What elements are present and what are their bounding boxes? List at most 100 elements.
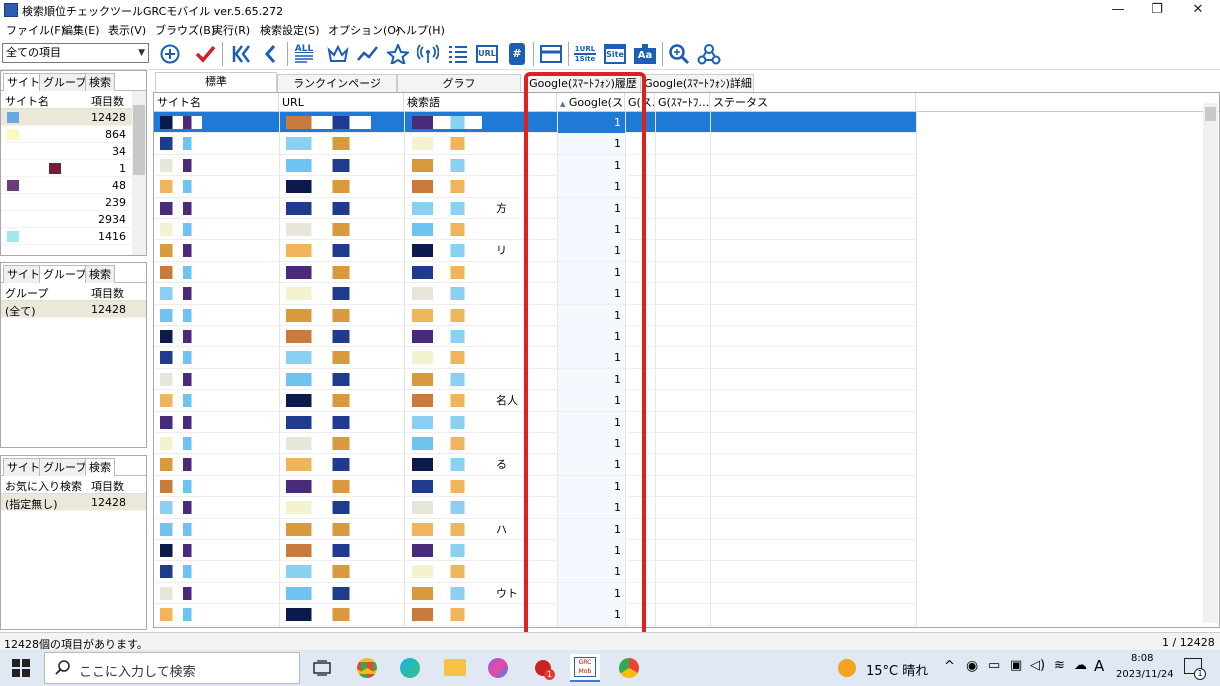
list-item[interactable]: 12428 — [1, 109, 146, 126]
list-item[interactable]: (全て) 12428 — [1, 301, 146, 318]
redacted-block — [160, 479, 202, 493]
redacted-block — [412, 394, 482, 408]
cloud-icon[interactable]: ☁ — [1074, 658, 1087, 673]
notification-app-icon[interactable]: 1 — [533, 658, 555, 680]
window-title: 検索順位チェックツールGRCモバイル ver.5.65.272 — [22, 5, 284, 18]
add-icon[interactable] — [157, 42, 183, 66]
count-cell: 864 — [105, 128, 126, 141]
star-icon[interactable] — [385, 42, 411, 66]
chrome-profile-icon[interactable] — [619, 658, 639, 678]
tab-search[interactable]: 検索 — [85, 265, 115, 283]
crown-icon[interactable] — [325, 42, 351, 66]
site-icon[interactable]: Site — [602, 42, 628, 66]
tab-group[interactable]: グループ — [39, 73, 91, 91]
menu-view[interactable]: 表示(V) — [108, 22, 146, 38]
redacted-block — [286, 437, 371, 450]
video-icon[interactable]: ▣ — [1010, 658, 1022, 673]
redacted-block — [286, 180, 371, 194]
grc-mobile-icon[interactable]: GRC Mob — [570, 654, 600, 682]
list-icon[interactable] — [445, 42, 471, 66]
url-icon[interactable]: URL — [474, 42, 500, 66]
pane-scrollbar[interactable] — [132, 91, 146, 255]
windows-start-icon[interactable] — [12, 659, 30, 680]
close-button[interactable]: ✕ — [1178, 0, 1218, 20]
weather-text[interactable]: 15°C 晴れ — [866, 660, 928, 679]
col-count[interactable]: 項目数 — [91, 478, 124, 494]
record-icon[interactable]: ◉ — [966, 658, 978, 674]
tab-group[interactable]: グループ — [39, 458, 91, 476]
menu-browse[interactable]: ブラウズ(B) — [155, 22, 215, 38]
list-item[interactable]: 1 — [1, 160, 146, 177]
redacted-block — [412, 479, 482, 493]
tab-google-sp-detail[interactable]: Google(ｽﾏｰﾄﾌｫﾝ)詳細 — [642, 74, 754, 92]
taskbar-search[interactable]: ここに入力して検索 — [44, 652, 300, 684]
tab-site[interactable]: サイト — [3, 73, 44, 92]
col-count[interactable]: 項目数 — [91, 285, 124, 301]
tab-rankin-page[interactable]: ランクインページ — [277, 74, 397, 92]
edge-icon[interactable] — [400, 658, 420, 678]
redacted-block — [412, 565, 482, 579]
menu-options[interactable]: オプション(O) — [328, 22, 400, 38]
task-view-icon[interactable] — [313, 660, 331, 679]
redacted-block — [412, 586, 482, 600]
explorer-icon[interactable] — [444, 659, 466, 676]
col-status[interactable]: ステータス — [710, 93, 916, 112]
hash-icon[interactable]: # — [504, 42, 530, 66]
tab-search[interactable]: 検索 — [85, 458, 115, 477]
tab-site[interactable]: サイト — [3, 265, 44, 283]
col-g-sp-2[interactable]: G(ｽﾏｰﾄﾌ… — [655, 93, 710, 112]
tab-search[interactable]: 検索 — [85, 73, 115, 91]
redacted-block — [7, 197, 19, 208]
all-icon[interactable]: ALL — [291, 42, 317, 66]
clock-date[interactable]: 2023/11/24 — [1116, 669, 1174, 680]
wifi-icon[interactable]: ≋ — [1054, 658, 1065, 673]
list-item[interactable]: (指定無し) 12428 — [1, 494, 146, 511]
redacted-block — [286, 565, 371, 579]
minimize-button[interactable]: — — [1098, 0, 1138, 20]
list-item[interactable]: 239 — [1, 194, 146, 211]
ime-indicator[interactable]: A — [1094, 657, 1104, 675]
1url-1site-icon[interactable]: 1URL 1Site — [572, 42, 598, 66]
window-icon[interactable] — [538, 42, 564, 66]
zoom-icon[interactable] — [666, 42, 692, 66]
grid-scrollbar[interactable] — [1203, 103, 1218, 623]
list-item[interactable]: 2934 — [1, 211, 146, 228]
clock-time[interactable]: 8:08 — [1131, 653, 1153, 664]
trend-icon[interactable] — [355, 42, 381, 66]
col-url[interactable]: URL — [279, 93, 404, 112]
antenna-icon[interactable] — [415, 42, 441, 66]
list-item[interactable]: 34 — [1, 143, 146, 160]
tab-standard[interactable]: 標準 — [155, 72, 277, 92]
first-icon[interactable] — [228, 42, 254, 66]
list-item[interactable]: 48 — [1, 177, 146, 194]
list-item[interactable]: 1416 — [1, 228, 146, 245]
menu-search-settings[interactable]: 検索設定(S) — [260, 22, 320, 38]
tab-site[interactable]: サイト — [3, 458, 44, 476]
tab-group[interactable]: グループ — [39, 265, 91, 284]
col-count[interactable]: 項目数 — [91, 93, 124, 109]
col-group[interactable]: グループ — [5, 285, 48, 301]
col-favorite-search[interactable]: お気に入り検索 — [5, 478, 82, 494]
battery-icon[interactable]: ▭ — [988, 658, 1000, 673]
redacted-block — [286, 522, 371, 536]
menu-run[interactable]: 実行(R) — [212, 22, 250, 38]
volume-icon[interactable]: ◁) — [1030, 658, 1045, 673]
menu-edit[interactable]: 編集(E) — [62, 22, 100, 38]
aa-icon[interactable]: Aa — [632, 42, 658, 66]
count-cell: 1 — [119, 162, 126, 175]
check-icon[interactable] — [192, 42, 218, 66]
col-site-name[interactable]: サイト名 — [154, 93, 279, 112]
col-site-name[interactable]: サイト名 — [5, 93, 49, 109]
chevron-up-icon[interactable]: ^ — [944, 659, 955, 674]
prev-icon[interactable] — [257, 42, 283, 66]
tab-graph[interactable]: グラフ — [397, 74, 521, 92]
list-item[interactable]: 864 — [1, 126, 146, 143]
group-pane: サイト グループ 検索 グループ 項目数 (全て) 12428 — [0, 262, 147, 448]
restore-button[interactable]: ❐ — [1137, 0, 1177, 20]
menu-help[interactable]: ヘルプ(H) — [395, 22, 445, 38]
chrome-icon[interactable] — [357, 658, 377, 678]
filter-dropdown[interactable]: 全ての項目 ▼ — [2, 43, 149, 63]
network-icon[interactable] — [696, 42, 722, 66]
menu-file[interactable]: ファイル(F) — [6, 22, 65, 38]
copilot-icon[interactable] — [488, 658, 508, 678]
